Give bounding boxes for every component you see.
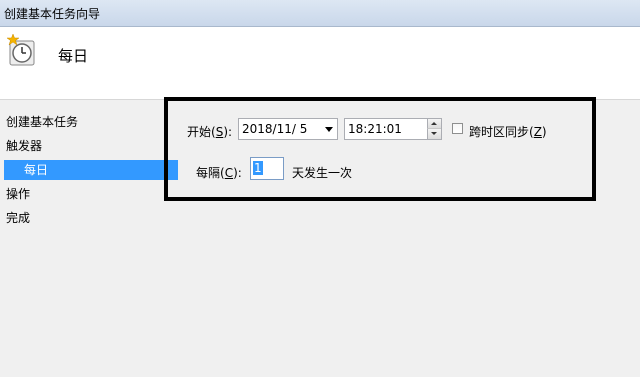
step-label: 完成 (6, 211, 31, 225)
step-label: 操作 (6, 187, 31, 201)
title-bar: 创建基本任务向导 (0, 0, 640, 27)
page-heading: 每日 (58, 47, 89, 65)
step-daily[interactable]: 每日 (4, 160, 178, 180)
step-action[interactable]: 操作 (6, 184, 30, 204)
clock-icon (6, 33, 35, 66)
step-finish[interactable]: 完成 (6, 208, 30, 228)
highlight-box (164, 97, 596, 201)
step-label: 触发器 (6, 139, 43, 153)
wizard-steps-pane: 创建基本任务 触发器 每日 操作 完成 (0, 100, 180, 377)
step-label: 每日 (24, 163, 49, 177)
step-label: 创建基本任务 (6, 115, 79, 129)
wizard-header: 每日 (0, 27, 640, 100)
step-trigger[interactable]: 触发器 (6, 136, 42, 156)
window-title: 创建基本任务向导 (4, 7, 101, 21)
step-create-basic-task[interactable]: 创建基本任务 (6, 112, 78, 132)
